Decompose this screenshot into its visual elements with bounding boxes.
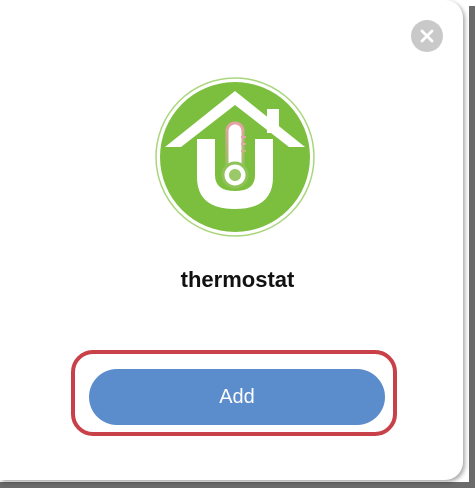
add-button[interactable]: Add <box>89 369 385 425</box>
device-name: thermostat <box>180 267 295 292</box>
backdrop-edge-bottom <box>0 482 475 488</box>
thermostat-house-icon <box>155 77 315 237</box>
close-button[interactable] <box>411 20 443 52</box>
add-device-dialog: thermostat Add <box>0 0 463 480</box>
close-icon <box>420 29 434 43</box>
backdrop-edge <box>469 6 475 484</box>
